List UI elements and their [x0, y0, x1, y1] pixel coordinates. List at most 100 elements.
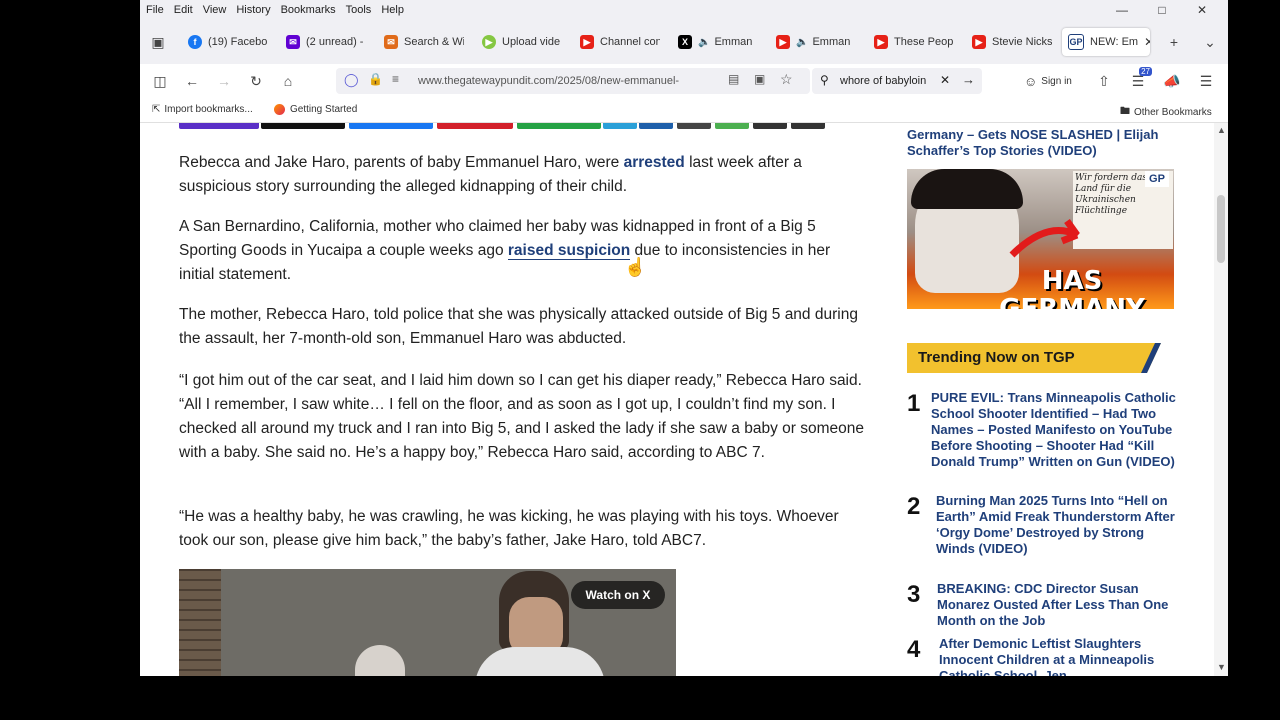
home-icon[interactable]: ⌂: [278, 71, 298, 91]
app-menu-icon[interactable]: ☰: [1196, 71, 1216, 91]
x-icon: X: [678, 35, 692, 49]
youtube-icon: ▶: [580, 35, 594, 49]
forward-icon[interactable]: →: [214, 71, 234, 91]
new-tab-icon[interactable]: +: [1164, 32, 1184, 52]
trending-header: Trending Now on TGP: [907, 343, 1161, 373]
share-button[interactable]: [517, 123, 601, 129]
sign-in-button[interactable]: ☺ Sign in: [1024, 70, 1072, 92]
article-paragraph: Rebecca and Jake Haro, parents of baby E…: [179, 151, 869, 199]
minimize-icon[interactable]: —: [1102, 0, 1142, 20]
trending-number: 4: [907, 636, 921, 663]
url-text: www.thegatewaypundit.com/2025/08/new-emm…: [418, 75, 680, 87]
trending-link[interactable]: PURE EVIL: Trans Minneapolis Catholic Sc…: [931, 390, 1177, 470]
page-content: Rebecca and Jake Haro, parents of baby E…: [140, 123, 1228, 676]
scrollbar-thumb[interactable]: [1217, 195, 1225, 263]
tab-upload[interactable]: ▶ Upload vide: [482, 28, 562, 56]
video-shirt: [475, 647, 605, 676]
tab-label: (2 unread) -: [306, 36, 364, 48]
article-paragraph: A San Bernardino, California, mother who…: [179, 215, 869, 287]
tab-active-gateway[interactable]: GP NEW: Em ✕: [1062, 28, 1150, 56]
menu-help[interactable]: Help: [381, 4, 404, 16]
trending-link[interactable]: Burning Man 2025 Turns Into “Hell on Ear…: [936, 493, 1176, 557]
share-button[interactable]: [437, 123, 513, 129]
close-window-icon[interactable]: ✕: [1182, 0, 1222, 20]
menu-file[interactable]: File: [146, 4, 164, 16]
reader-view-icon[interactable]: ▤: [728, 72, 739, 86]
menu-edit[interactable]: Edit: [174, 4, 193, 16]
share-button[interactable]: [715, 123, 749, 129]
tab-label: Search & Wi: [404, 36, 464, 48]
clear-search-icon[interactable]: ✕: [940, 73, 950, 87]
maximize-icon[interactable]: □: [1142, 0, 1182, 20]
tab-overview-icon[interactable]: ▣: [148, 32, 168, 52]
menu-view[interactable]: View: [203, 4, 227, 16]
tab-search[interactable]: ✉ Search & Wi: [384, 28, 464, 56]
trending-link[interactable]: After Demonic Leftist Slaughters Innocen…: [939, 636, 1177, 676]
other-bookmarks-folder[interactable]: 🖿 Other Bookmarks: [1120, 104, 1212, 121]
menu-bookmarks[interactable]: Bookmarks: [281, 4, 336, 16]
share-button[interactable]: [677, 123, 711, 129]
sidebar-video-thumbnail[interactable]: Wir fordern das Land für die Ukrainische…: [907, 169, 1174, 309]
url-bar[interactable]: ◯ 🔒 ≡ www.thegatewaypundit.com/2025/08/n…: [336, 68, 810, 94]
watch-on-x-button[interactable]: Watch on X: [571, 581, 665, 609]
scroll-down-icon[interactable]: ▼: [1217, 662, 1226, 672]
tab-stevie-nicks[interactable]: ▶ Stevie Nicks: [972, 28, 1052, 56]
import-label: Import bookmarks...: [164, 104, 253, 115]
sidebar-icon[interactable]: ◫: [150, 71, 170, 91]
share-button[interactable]: [261, 123, 345, 129]
tab-channel[interactable]: ▶ Channel con: [580, 28, 660, 56]
arrested-link[interactable]: arrested: [624, 154, 685, 171]
raised-suspicion-link[interactable]: raised suspicion: [507, 242, 631, 260]
lock-icon[interactable]: 🔒: [368, 72, 383, 86]
getting-started-link[interactable]: Getting Started: [274, 104, 357, 115]
gp-icon: GP: [1068, 34, 1084, 50]
getting-started-label: Getting Started: [290, 104, 358, 115]
youtube-icon: ▶: [972, 35, 986, 49]
share-button[interactable]: [639, 123, 673, 129]
thumbnail-gp-logo: GP: [1145, 171, 1169, 187]
yahoo-mail-icon: ✉: [286, 35, 300, 49]
tab-yahoo-mail[interactable]: ✉ (2 unread) -: [286, 28, 366, 56]
screenshot-icon[interactable]: ▣: [754, 72, 765, 86]
extensions-icon[interactable]: ⇧: [1094, 71, 1114, 91]
search-icon: ⚲: [820, 73, 829, 87]
tab-label: NEW: Em: [1090, 36, 1139, 48]
other-bookmarks-label: Other Bookmarks: [1134, 107, 1212, 118]
megaphone-icon[interactable]: 📣: [1162, 71, 1182, 91]
tab-facebook[interactable]: f (19) Facebo: [188, 28, 272, 56]
speaker-icon[interactable]: 🔈: [796, 37, 808, 48]
trending-link[interactable]: BREAKING: CDC Director Susan Monarez Ous…: [937, 581, 1177, 629]
menu-history[interactable]: History: [236, 4, 270, 16]
permissions-icon[interactable]: ≡: [392, 72, 399, 86]
scroll-up-icon[interactable]: ▲: [1217, 125, 1226, 135]
tab-x-emmanuel[interactable]: X 🔈 Emman: [678, 28, 758, 56]
shield-icon[interactable]: ◯: [344, 72, 359, 88]
trending-number: 2: [907, 493, 921, 520]
facebook-icon: f: [188, 35, 202, 49]
speaker-icon[interactable]: 🔈: [698, 37, 710, 48]
embedded-video[interactable]: Watch on X: [179, 569, 676, 676]
back-icon[interactable]: ←: [182, 71, 202, 91]
sidebar-previous-headline[interactable]: Germany – Gets NOSE SLASHED | Elijah Sch…: [907, 127, 1177, 159]
tab-label: Emman: [812, 36, 851, 48]
tab-these-people[interactable]: ▶ These Peopl: [874, 28, 954, 56]
tab-list-chevron-icon[interactable]: ⌄: [1200, 32, 1220, 52]
bookmark-star-icon[interactable]: ☆: [780, 71, 793, 88]
tab-yt-emmanuel[interactable]: ▶ 🔈 Emman: [776, 28, 856, 56]
import-bookmarks-link[interactable]: ⇱ Import bookmarks...: [152, 104, 253, 115]
tab-bar: ▣ f (19) Facebo ✉ (2 unread) - ✉ Search …: [140, 20, 1228, 64]
menu-tools[interactable]: Tools: [346, 4, 372, 16]
share-button[interactable]: [791, 123, 825, 129]
share-button[interactable]: [603, 123, 637, 129]
sign-in-label: Sign in: [1041, 75, 1072, 87]
search-input[interactable]: ⚲ whore of babyloin ✕ →: [812, 68, 982, 94]
share-button[interactable]: [349, 123, 433, 129]
trending-number: 1: [907, 390, 921, 417]
extension-badge-icon[interactable]: ☰ 27: [1128, 67, 1152, 91]
share-button[interactable]: [753, 123, 787, 129]
search-go-icon[interactable]: →: [962, 72, 975, 87]
vertical-scrollbar[interactable]: ▲ ▼: [1214, 123, 1228, 676]
reload-icon[interactable]: ↻: [246, 71, 266, 91]
close-tab-icon[interactable]: ✕: [1144, 35, 1150, 49]
share-button[interactable]: [179, 123, 259, 129]
